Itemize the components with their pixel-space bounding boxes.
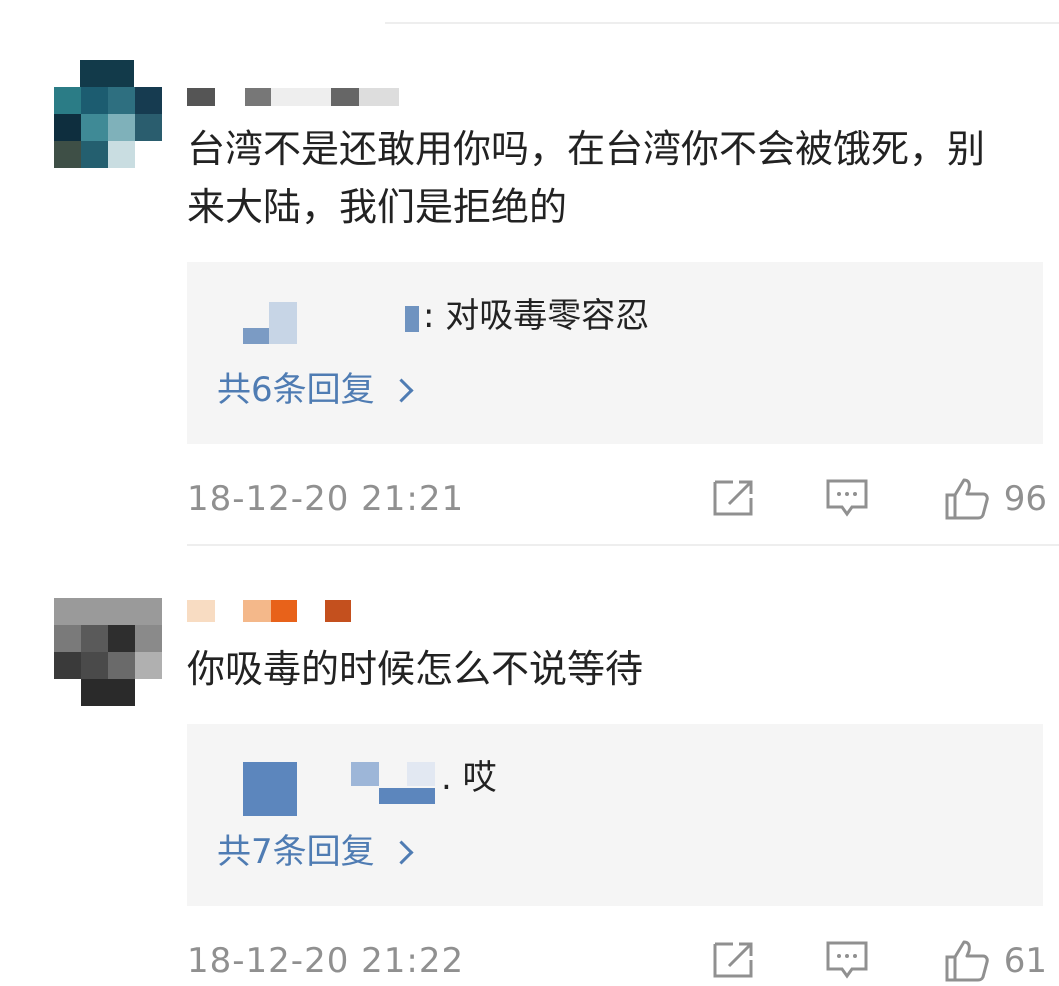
reply-preview-text: . 哎 xyxy=(441,758,497,798)
comment-meta: 18-12-20 21:22 61 xyxy=(187,936,1047,986)
reply-preview-box[interactable]: . 哎 共7条回复 xyxy=(187,724,1043,906)
comment-icon xyxy=(826,941,868,979)
like-count: 96 xyxy=(1003,479,1047,519)
reply-preview-box[interactable]: : 对吸毒零容忍 共6条回复 xyxy=(187,262,1043,444)
view-replies-link[interactable]: 共6条回复 xyxy=(217,368,414,412)
reply-username-redacted xyxy=(405,306,419,332)
chevron-right-icon xyxy=(389,377,414,403)
reply-preview-text: : 对吸毒零容忍 xyxy=(423,296,650,336)
reply-username-redacted xyxy=(351,762,435,806)
timestamp: 18-12-20 21:22 xyxy=(187,941,465,981)
reply-avatar xyxy=(243,302,297,344)
share-icon xyxy=(713,480,753,516)
thumbs-up-icon xyxy=(945,478,989,520)
avatar[interactable] xyxy=(54,60,162,168)
comment-meta: 18-12-20 21:21 96 xyxy=(187,474,1047,524)
like-button[interactable]: 96 xyxy=(944,474,1047,524)
reply-preview-content: 哎 xyxy=(462,758,497,798)
chevron-right-icon xyxy=(389,839,414,865)
share-icon xyxy=(713,942,753,978)
reply-count-label: 共7条回复 xyxy=(217,832,375,872)
reply-avatar xyxy=(243,762,297,816)
timestamp: 18-12-20 21:21 xyxy=(187,479,465,519)
comment-button[interactable] xyxy=(825,940,869,980)
like-button[interactable]: 61 xyxy=(944,936,1047,986)
comment-text: 台湾不是还敢用你吗，在台湾你不会被饿死，别来大陆，我们是拒绝的 xyxy=(187,127,986,229)
comment-button[interactable] xyxy=(825,478,869,518)
share-button[interactable] xyxy=(711,478,755,518)
reply-preview-content: 对吸毒零容忍 xyxy=(445,296,650,336)
comment-divider xyxy=(187,544,1059,546)
top-divider xyxy=(385,22,1059,24)
username-redacted[interactable] xyxy=(187,86,417,106)
comment-text: 你吸毒的时候怎么不说等待 xyxy=(187,647,644,691)
avatar[interactable] xyxy=(54,598,162,706)
share-button[interactable] xyxy=(711,940,755,980)
username-redacted[interactable] xyxy=(187,600,417,622)
like-count: 61 xyxy=(1003,941,1047,981)
thumbs-up-icon xyxy=(945,940,989,982)
reply-count-label: 共6条回复 xyxy=(217,370,375,410)
view-replies-link[interactable]: 共7条回复 xyxy=(217,830,414,874)
comment-icon xyxy=(826,479,868,517)
